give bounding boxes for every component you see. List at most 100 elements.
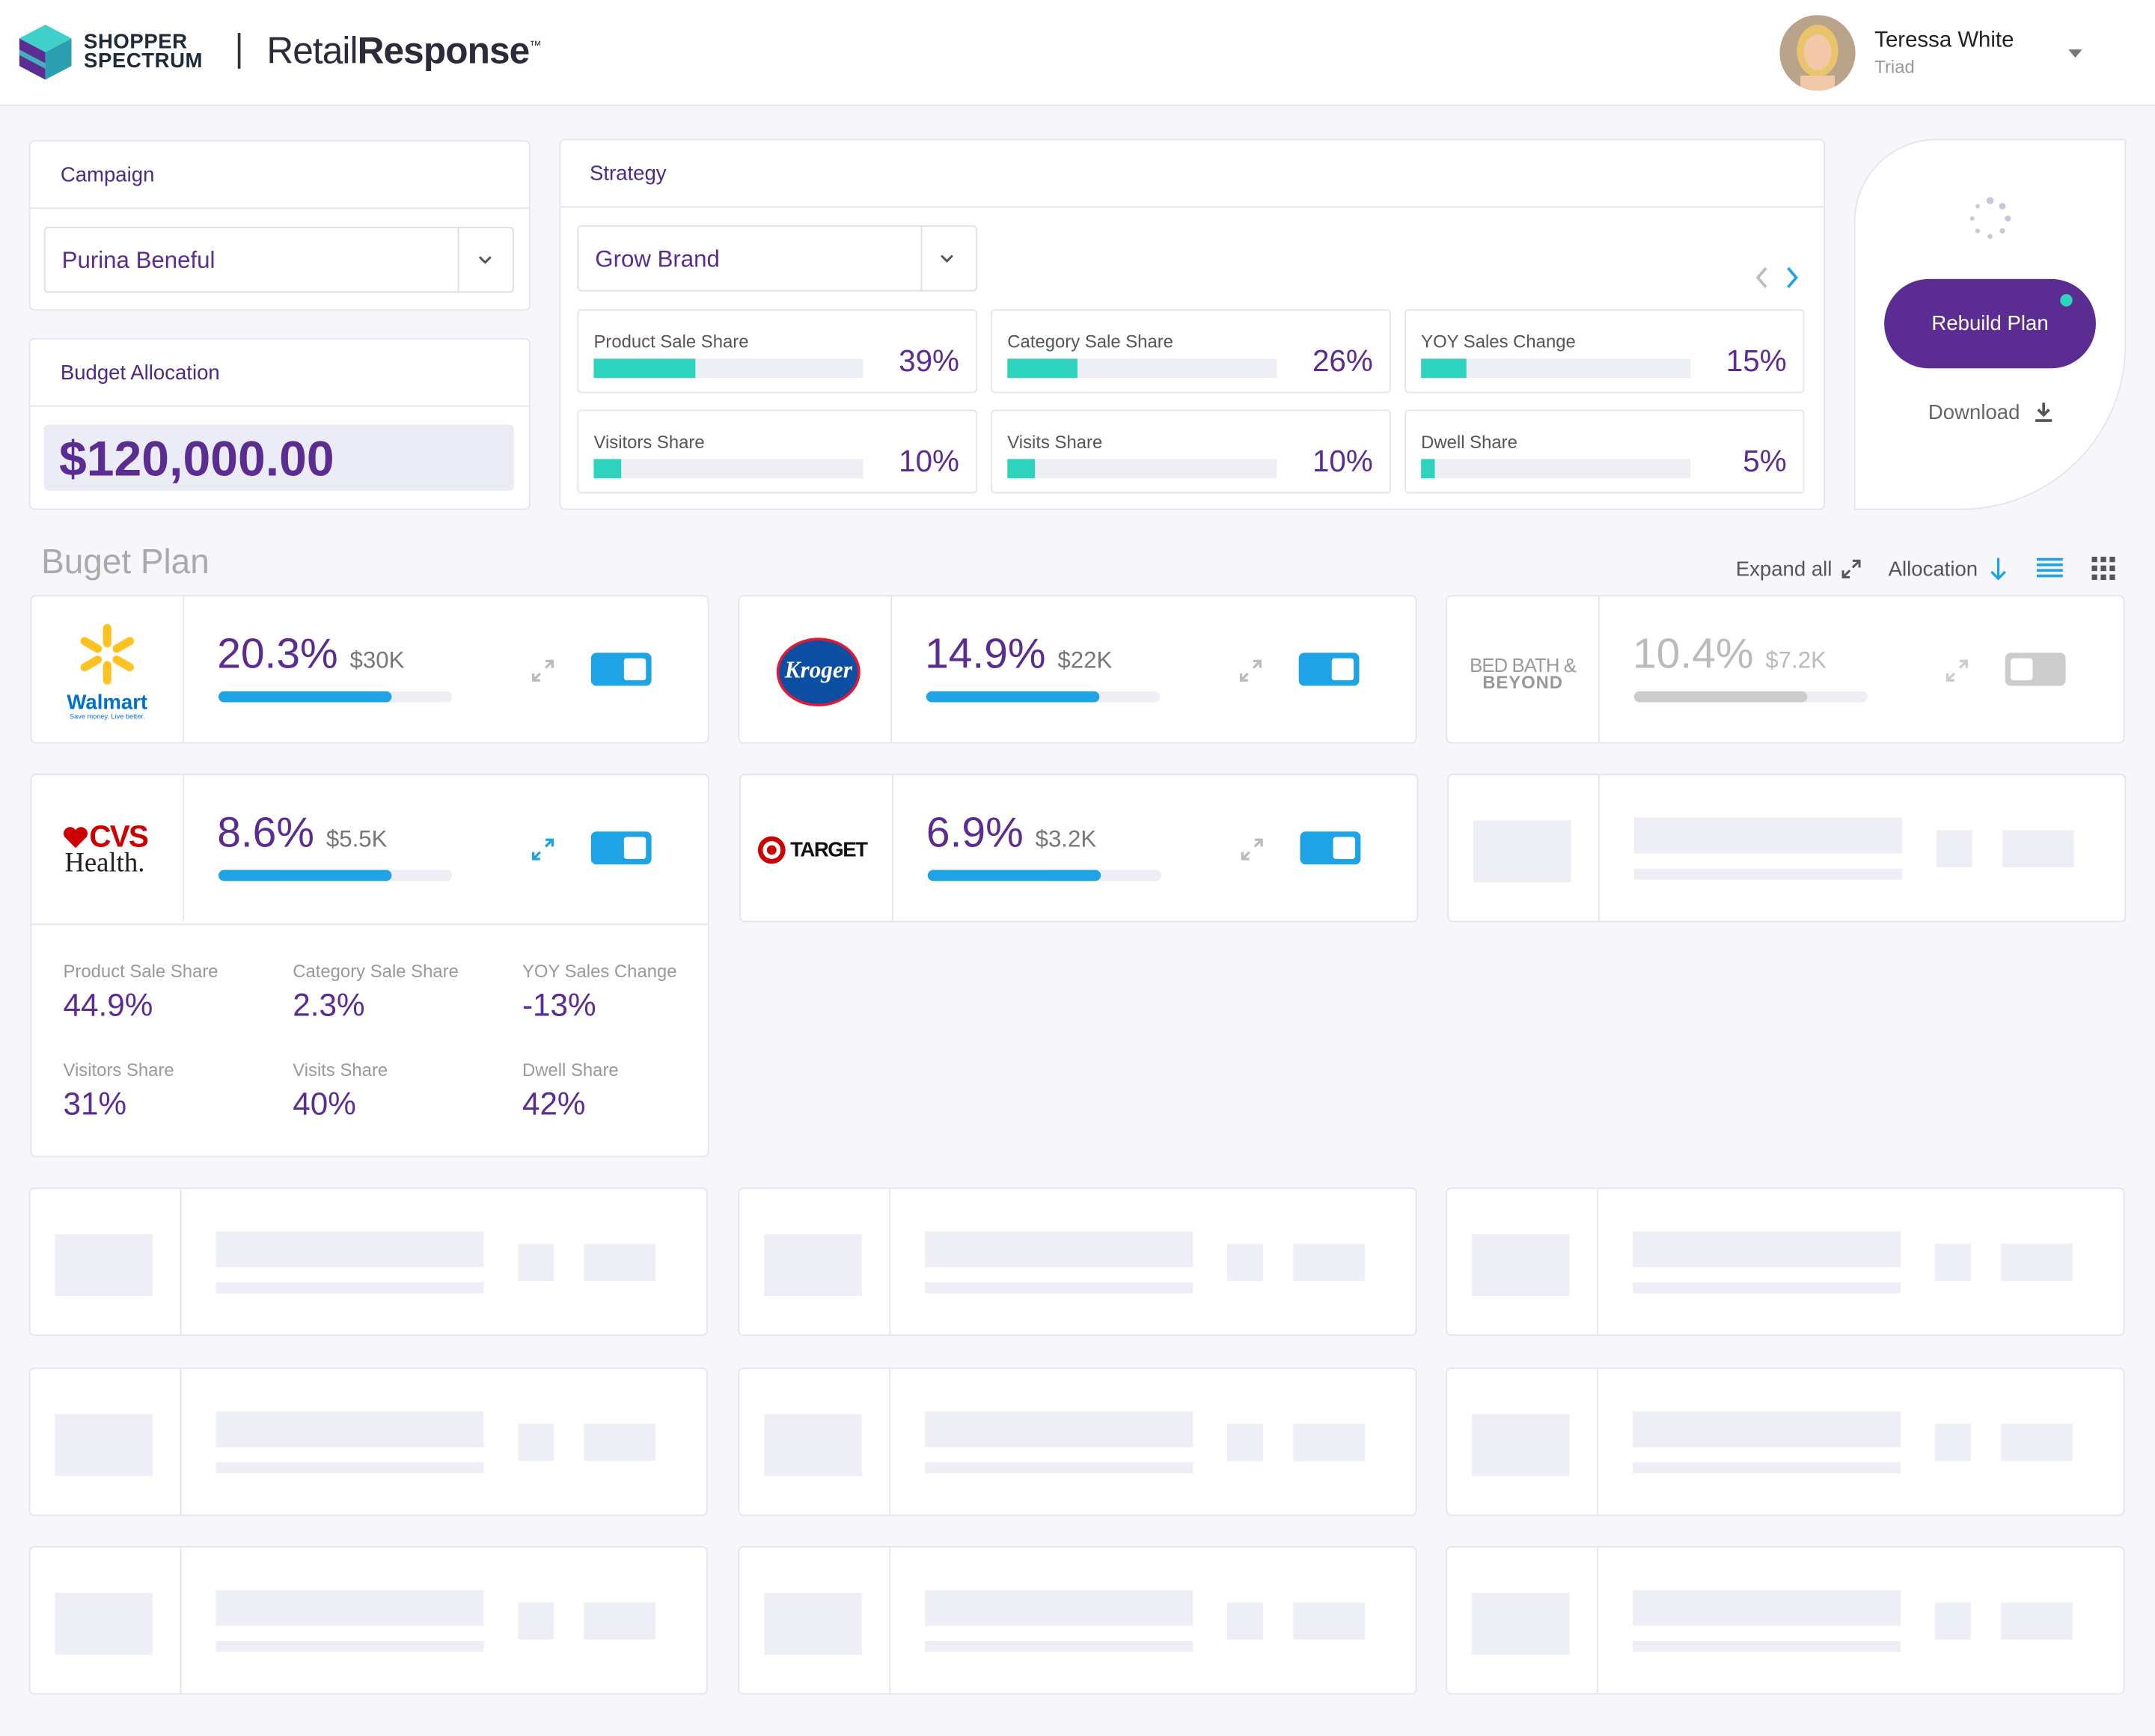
allocation-amount: $7.2K [1765,647,1827,673]
detail-value: 40% [293,1085,356,1122]
download-icon[interactable] [2034,401,2053,423]
metric-label: Visitors Share [593,431,705,453]
retailer-toggle[interactable] [2005,652,2066,686]
avatar[interactable] [1779,15,1856,91]
strategy-select[interactable]: Grow Brand [577,225,977,292]
skeleton-title [216,1590,484,1626]
metric-bar-fill [1007,459,1035,479]
campaign-select-value: Purina Beneful [61,247,216,274]
health-wordmark: Health. [64,848,145,878]
skeleton-toggle [584,1602,656,1640]
metric-bar-fill [1421,459,1435,479]
skeleton-toggle [1293,1244,1365,1281]
skeleton-title [1632,1411,1901,1448]
walmart-spark-icon [80,623,134,685]
actions-panel: Rebuild Plan Download [1853,138,2127,510]
allocation-bar [218,869,453,881]
retailer-toggle[interactable] [590,652,652,686]
metric-bar [1007,459,1277,479]
expand-icon[interactable] [1237,657,1265,685]
list-view-icon[interactable] [2036,557,2063,578]
metric-value: 5% [1743,444,1787,479]
skeleton-card [28,1367,708,1516]
retailer-toggle[interactable] [590,831,652,865]
strategy-select-value: Grow Brand [595,245,720,272]
metric-bar [593,358,863,379]
skeleton-card [28,1546,708,1695]
walmart-tagline: Save money. Live better. [70,713,145,722]
detail-value: -13% [522,986,596,1023]
download-link[interactable]: Download [1928,401,2020,424]
metric-label: YOY Sales Change [1421,331,1576,352]
skeleton-icon [1936,830,1972,867]
expand-all-button[interactable]: Expand all [1736,558,1832,581]
metric-value: 15% [1725,343,1787,379]
skeleton-card [738,1367,1417,1516]
chevron-right-icon[interactable] [1784,265,1800,290]
allocation-bar-fill [218,869,392,881]
skeleton-toggle [2001,1602,2073,1640]
metric-bar-fill [593,358,697,379]
retailer-card-kroger[interactable]: Kroger 14.9% $22K [738,595,1417,744]
divider [1597,1369,1599,1515]
campaign-select[interactable]: Purina Beneful [43,227,514,293]
skeleton-logo [764,1592,862,1655]
detail-label: Visits Share [293,1060,388,1081]
skeleton-logo [55,1413,153,1476]
toggle-knob [2011,658,2033,681]
chevron-down-icon [478,256,492,264]
retailer-toggle[interactable] [1300,831,1361,865]
metric-bar [1421,358,1691,379]
skeleton-bar [216,1282,484,1294]
skeleton-logo [55,1234,153,1297]
grid-view-icon[interactable] [2091,556,2115,581]
metric-bar [1421,459,1691,479]
sort-allocation-button[interactable]: Allocation [1889,558,1978,581]
skeleton-logo [1472,1234,1570,1297]
brand-line-2: SPECTRUM [84,49,204,73]
expand-icon[interactable] [529,657,557,685]
skeleton-toggle [584,1244,656,1281]
chevron-left-icon[interactable] [1754,265,1770,290]
allocation-bar-fill [218,691,392,703]
budget-plan-title: Buget Plan [41,542,210,581]
expand-icon[interactable] [1943,657,1971,685]
divider [180,1369,182,1515]
retailer-card-target[interactable]: TARGET 6.9% $3.2K [739,774,1419,923]
allocation-bar [926,691,1161,703]
skeleton-icon [1935,1244,1971,1281]
retailer-toggle[interactable] [1298,652,1360,686]
expand-icon[interactable] [1840,558,1862,580]
collapse-icon[interactable] [529,836,557,864]
skeleton-toggle [584,1423,656,1461]
skeleton-title [925,1411,1193,1448]
trademark: ™ [529,38,541,52]
metric-card: Category Sale Share 26% [991,309,1391,394]
sort-down-arrow-icon[interactable] [1989,557,2008,581]
skeleton-bar [1632,1462,1901,1473]
skeleton-logo [1473,820,1571,883]
retailer-card-cvs-health[interactable]: CVS Health. 8.6% $5.5K Product Sale Shar… [30,774,709,1158]
skeleton-bar [925,1641,1193,1652]
skeleton-icon [1227,1244,1263,1281]
app-header: SHOPPER SPECTRUM RetailResponse™ Teressa… [0,0,2155,106]
product-name-light: Retail [266,30,358,72]
user-menu-caret-icon[interactable] [2068,49,2082,58]
brand-divider [237,33,241,69]
allocation-percent-value: 8.6% [217,807,315,857]
select-divider [457,227,459,292]
rebuild-plan-button[interactable]: Rebuild Plan [1884,278,2096,369]
user-name[interactable]: Teressa White [1874,29,2014,54]
skeleton-icon [1227,1423,1263,1461]
skeleton-title [216,1231,484,1268]
allocation-percent: 14.9% $22K [925,629,1112,679]
divider [1597,1547,1599,1693]
skeleton-title [925,1231,1193,1268]
expand-icon[interactable] [1238,836,1266,864]
skeleton-title [1632,1590,1901,1626]
budget-amount-field[interactable]: $120,000.00 [43,424,514,491]
retailer-card-bed-bath-beyond[interactable]: BED BATH & BEYOND 10.4% $7.2K [1446,595,2125,744]
retailer-card-walmart[interactable]: Walmart Save money. Live better. 20.3% $… [30,595,709,744]
metric-label: Dwell Share [1421,431,1517,453]
skeleton-logo [1472,1592,1570,1655]
